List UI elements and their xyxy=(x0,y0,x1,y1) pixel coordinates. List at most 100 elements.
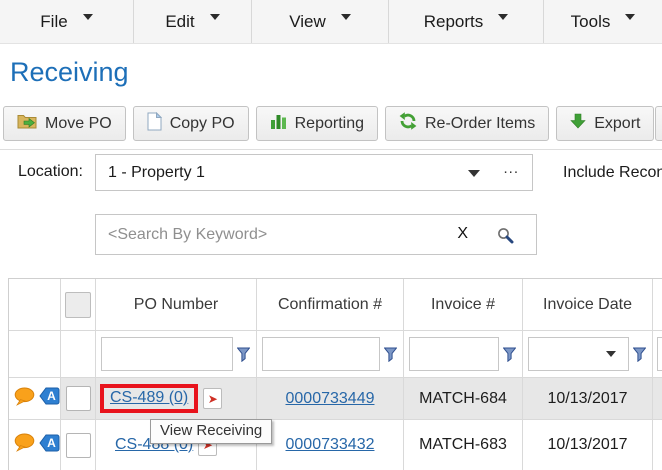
move-po-button[interactable]: Move PO xyxy=(3,106,126,141)
location-dropdown[interactable]: 1 - Property 1 ... xyxy=(95,154,533,191)
filter-checkbox-cell xyxy=(61,331,96,377)
export-button[interactable]: Export xyxy=(556,106,654,141)
funnel-icon[interactable] xyxy=(499,347,519,362)
filter-confirmation-cell xyxy=(257,331,404,377)
reorder-items-label: Re-Order Items xyxy=(425,115,535,133)
funnel-icon[interactable] xyxy=(233,347,253,362)
menu-view-label: View xyxy=(289,12,326,32)
svg-text:A: A xyxy=(47,389,56,403)
folder-move-icon xyxy=(17,113,37,134)
header-invoice[interactable]: Invoice # xyxy=(404,279,523,330)
move-po-label: Move PO xyxy=(45,115,112,133)
table-row[interactable]: A CS-489 (0) ➤ 0000733449 MATCH-684 10/1… xyxy=(9,378,662,420)
annotation-highlight-box: CS-489 (0) xyxy=(100,384,198,413)
header-confirmation[interactable]: Confirmation # xyxy=(257,279,404,330)
dropdown-caret-icon[interactable] xyxy=(468,170,480,177)
cutoff-cell xyxy=(653,420,662,470)
dropdown-caret-icon[interactable] xyxy=(606,351,616,357)
menu-bar: File Edit View Reports Tools xyxy=(0,0,662,44)
menu-edit[interactable]: Edit xyxy=(134,0,252,43)
chevron-down-icon xyxy=(625,14,635,20)
receiving-screen: File Edit View Reports Tools Receiving M… xyxy=(0,0,662,470)
speech-bubble-icon[interactable] xyxy=(14,433,35,457)
row-checkbox[interactable] xyxy=(66,433,91,458)
cutoff-filter-input[interactable] xyxy=(657,337,662,371)
export-label: Export xyxy=(594,115,640,133)
menu-tools[interactable]: Tools xyxy=(544,0,662,43)
location-value: 1 - Property 1 xyxy=(108,164,205,182)
menu-reports[interactable]: Reports xyxy=(389,0,544,43)
confirmation-cell: 0000733432 xyxy=(257,420,404,470)
search-clear-button[interactable]: X xyxy=(457,225,468,243)
row-checkbox-cell xyxy=(61,420,96,470)
view-receiving-tooltip: View Receiving xyxy=(150,419,272,444)
speech-bubble-icon[interactable] xyxy=(14,387,35,411)
menu-view[interactable]: View xyxy=(252,0,389,43)
funnel-icon[interactable] xyxy=(380,347,400,362)
table-filter-row xyxy=(9,331,662,378)
location-label: Location: xyxy=(18,163,83,181)
confirmation-cell: 0000733449 xyxy=(257,378,404,419)
include-reconciled-label: Include Reconc xyxy=(563,164,662,182)
location-browse-button[interactable]: ... xyxy=(503,160,519,177)
receiving-table: PO Number Confirmation # Invoice # Invoi… xyxy=(8,278,662,470)
po-filter-input[interactable] xyxy=(101,337,233,371)
a-tag-icon[interactable]: A xyxy=(39,434,60,457)
filter-invoice-date-cell xyxy=(523,331,653,377)
confirmation-link[interactable]: 0000733449 xyxy=(286,390,375,408)
cutoff-toolbar-button[interactable] xyxy=(655,106,662,141)
header-po-number[interactable]: PO Number xyxy=(96,279,257,330)
invoice-filter-input[interactable] xyxy=(409,337,499,371)
confirmation-filter-input[interactable] xyxy=(262,337,380,371)
filter-po-cell xyxy=(96,331,257,377)
invoice-cell: MATCH-683 xyxy=(404,420,523,470)
copy-po-button[interactable]: Copy PO xyxy=(133,106,249,141)
table-header-row: PO Number Confirmation # Invoice # Invoi… xyxy=(9,279,662,331)
chevron-down-icon xyxy=(83,14,93,20)
copy-page-icon xyxy=(147,112,162,136)
svg-text:A: A xyxy=(47,436,56,450)
po-cell: CS-489 (0) ➤ xyxy=(96,378,257,419)
download-arrow-icon xyxy=(570,113,586,134)
pdf-icon[interactable]: ➤ xyxy=(203,388,222,409)
invoice-date-filter-input[interactable] xyxy=(528,337,629,371)
invoice-date-value: 10/13/2017 xyxy=(547,390,627,408)
bar-chart-icon xyxy=(270,113,287,134)
menu-reports-label: Reports xyxy=(424,12,484,32)
reporting-button[interactable]: Reporting xyxy=(256,106,378,141)
invoice-value: MATCH-684 xyxy=(419,390,507,408)
filter-icons-cell xyxy=(9,331,61,377)
chevron-down-icon xyxy=(210,14,220,20)
reorder-items-button[interactable]: Re-Order Items xyxy=(385,106,549,141)
header-icons-column xyxy=(9,279,61,330)
reporting-label: Reporting xyxy=(295,115,364,133)
menu-edit-label: Edit xyxy=(165,12,194,32)
confirmation-link[interactable]: 0000733432 xyxy=(286,436,375,454)
cutoff-cell xyxy=(653,378,662,419)
invoice-value: MATCH-683 xyxy=(419,436,507,454)
header-invoice-date[interactable]: Invoice Date xyxy=(523,279,653,330)
toolbar-separator xyxy=(0,149,662,150)
invoice-cell: MATCH-684 xyxy=(404,378,523,419)
chevron-down-icon xyxy=(341,14,351,20)
row-checkbox-cell xyxy=(61,378,96,419)
filter-invoice-cell xyxy=(404,331,523,377)
funnel-icon[interactable] xyxy=(629,347,649,362)
invoice-date-value: 10/13/2017 xyxy=(547,436,627,454)
search-input[interactable]: <Search By Keyword> X xyxy=(95,214,537,255)
magnifier-icon[interactable] xyxy=(497,227,514,249)
table-row[interactable]: A CS-488 (0) ➤ 0000733432 MATCH-683 10/1… xyxy=(9,420,662,470)
invoice-date-cell: 10/13/2017 xyxy=(523,420,653,470)
search-placeholder: <Search By Keyword> xyxy=(96,226,267,244)
po-number-link[interactable]: CS-489 (0) xyxy=(110,389,188,407)
invoice-date-cell: 10/13/2017 xyxy=(523,378,653,419)
menu-tools-label: Tools xyxy=(571,12,611,32)
chevron-down-icon xyxy=(498,14,508,20)
row-checkbox[interactable] xyxy=(66,386,91,411)
filter-cutoff-cell xyxy=(653,331,662,377)
a-tag-icon[interactable]: A xyxy=(39,387,60,410)
select-all-checkbox[interactable] xyxy=(65,292,91,318)
menu-file[interactable]: File xyxy=(0,0,134,43)
header-select-all xyxy=(61,279,96,330)
header-cutoff-column xyxy=(653,279,662,330)
